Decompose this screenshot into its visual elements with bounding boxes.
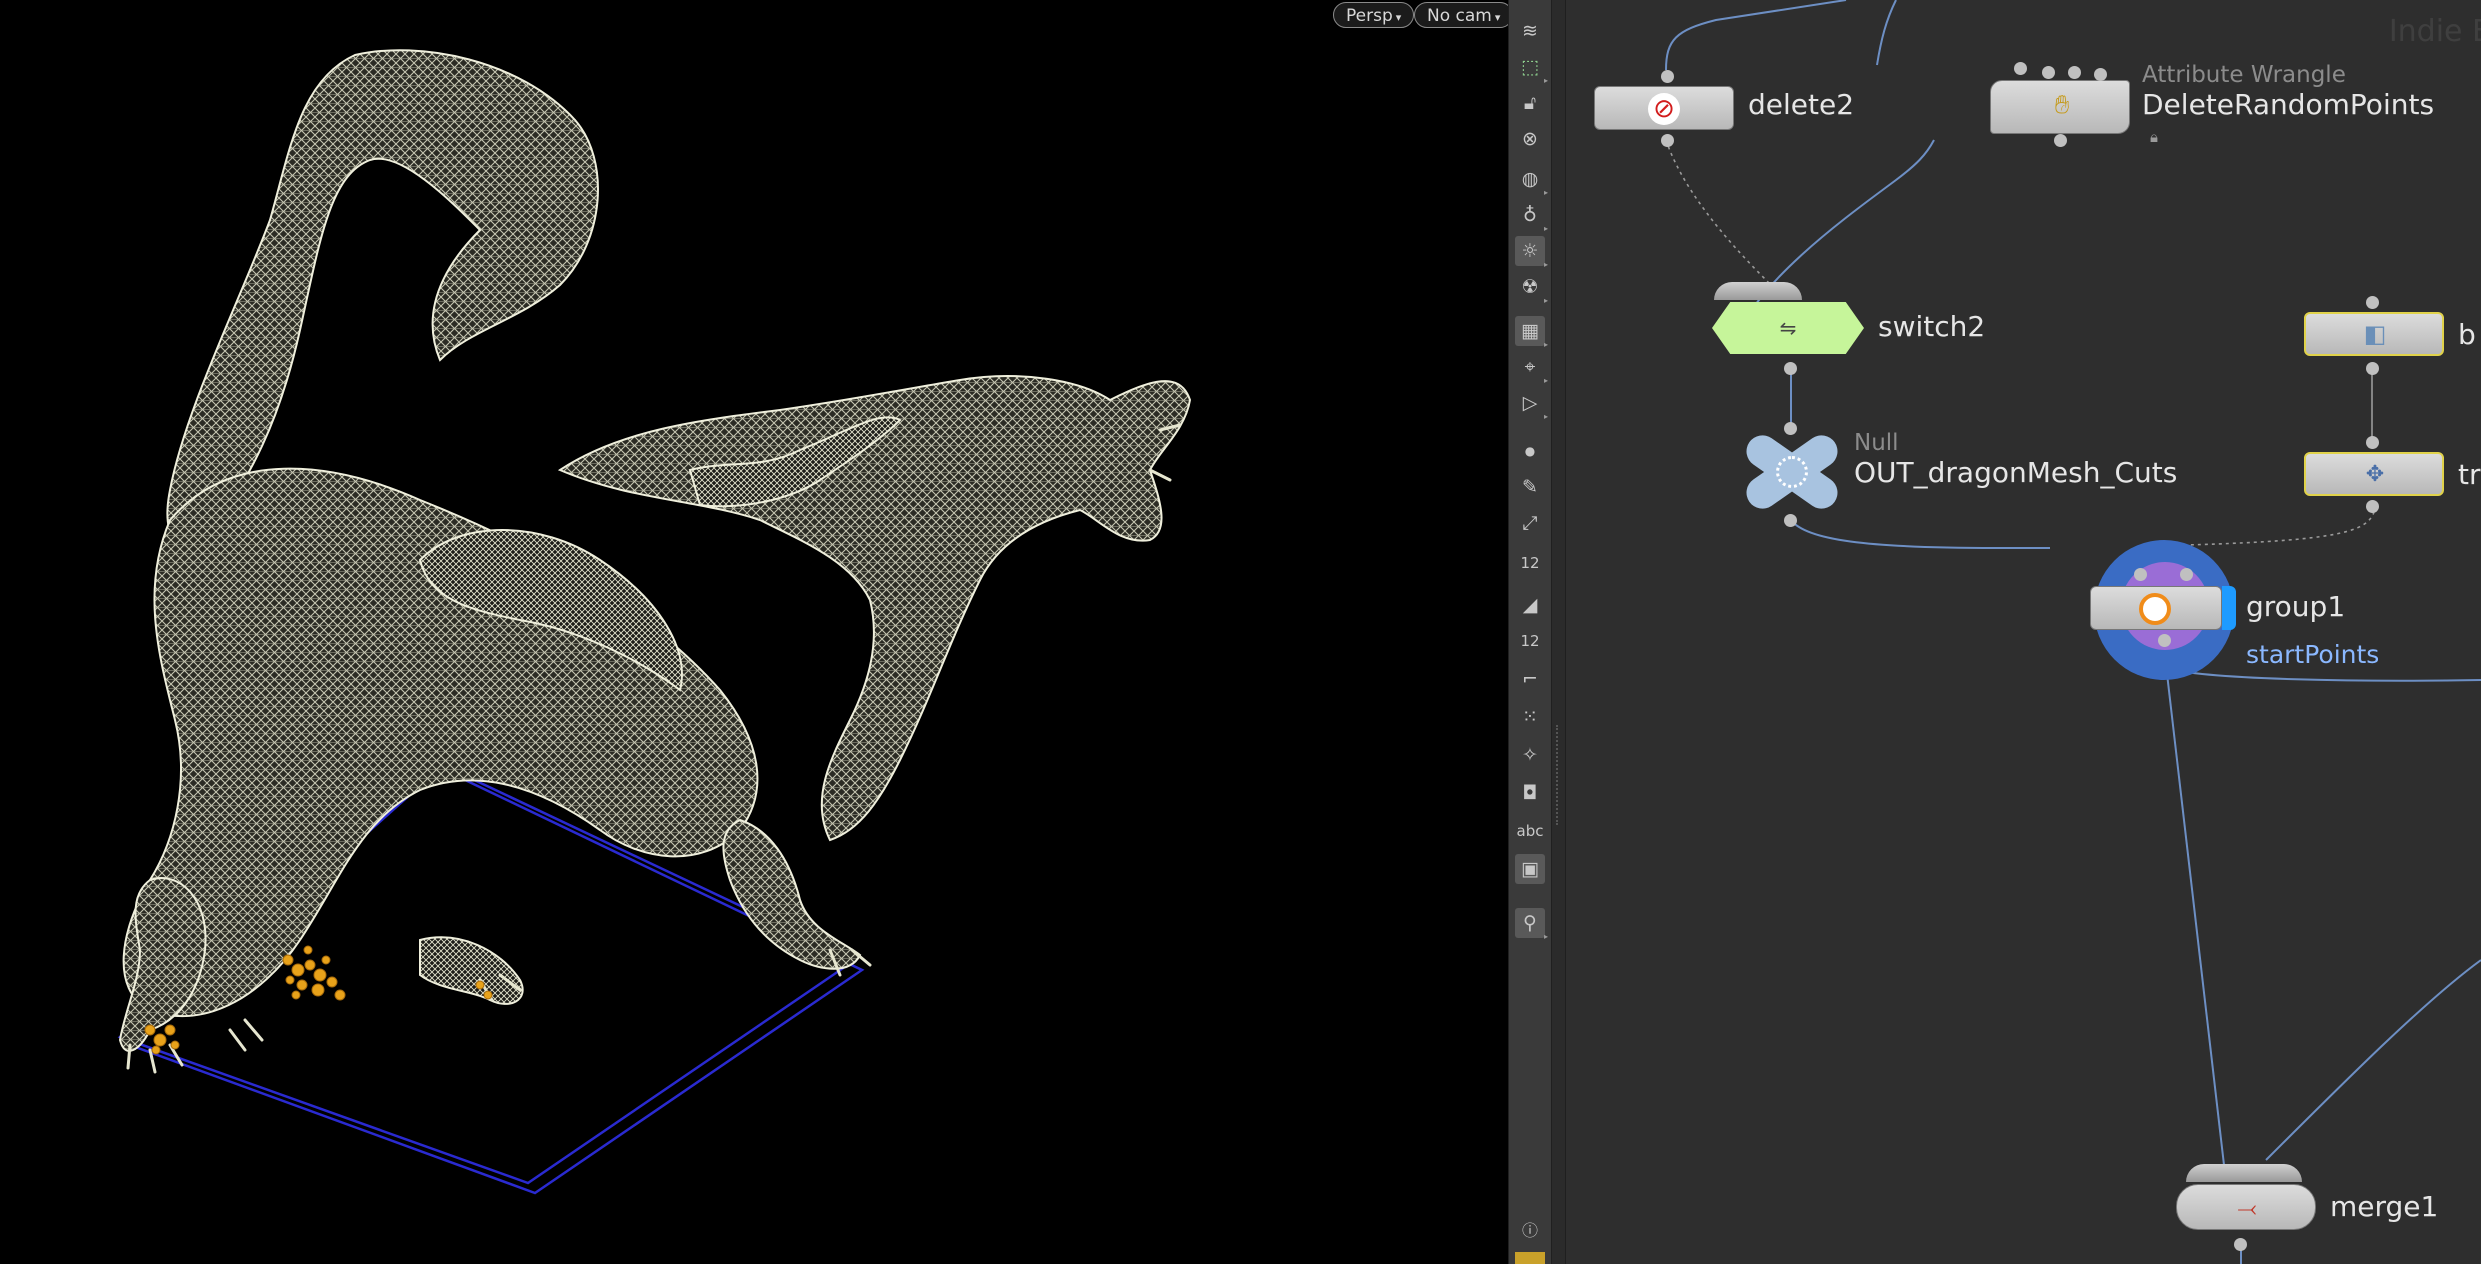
- group1-node[interactable]: [2090, 586, 2222, 630]
- brush-icon[interactable]: ✎: [1515, 472, 1545, 502]
- shading-icon[interactable]: ◍ ▸: [1515, 164, 1548, 197]
- point-numbers-icon[interactable]: 12: [1515, 548, 1545, 578]
- output-port[interactable]: [2158, 634, 2171, 647]
- prim-numbers-label: 12: [1520, 632, 1540, 650]
- input-port[interactable]: [1661, 70, 1674, 83]
- normal-icon[interactable]: ✧: [1515, 740, 1545, 770]
- group-name-flag: startPoints: [2246, 640, 2380, 669]
- background-icon[interactable]: ▦ ▸: [1515, 316, 1548, 349]
- text-label: abc: [1516, 822, 1544, 840]
- node-label: DeleteRandomPoints: [2142, 88, 2435, 121]
- point-numbers-label: 12: [1520, 554, 1540, 572]
- prim-numbers-icon[interactable]: 12: [1515, 626, 1545, 656]
- box-icon: ◧: [2363, 320, 2387, 348]
- dragon-body: [118, 49, 1192, 1052]
- info-icon[interactable]: ⓘ: [1515, 1214, 1545, 1244]
- switch-icon: ⇋: [1779, 316, 1797, 340]
- merge-icon: ⤙: [2237, 1194, 2257, 1222]
- input-port[interactable]: [2134, 568, 2147, 581]
- node-label: merge1: [2330, 1190, 2439, 1223]
- box-node[interactable]: ◧: [2304, 312, 2444, 356]
- output-port[interactable]: [2366, 500, 2379, 513]
- display-flag[interactable]: [2222, 586, 2236, 630]
- output-port[interactable]: [2054, 134, 2067, 147]
- geometry-view-icon[interactable]: ⬚ ▸: [1515, 52, 1548, 85]
- picker-icon[interactable]: ⤢: [1515, 508, 1545, 538]
- node-label: b: [2458, 318, 2476, 351]
- node-label: tr: [2458, 458, 2481, 491]
- box-icon[interactable]: ◘: [1515, 778, 1545, 808]
- node-label: OUT_dragonMesh_Cuts: [1854, 456, 2178, 489]
- switch-cap: [1714, 282, 1802, 300]
- close-circle-icon[interactable]: ⊗: [1515, 124, 1545, 154]
- camera-view-label: Persp: [1346, 6, 1393, 26]
- alien-light-icon[interactable]: ☢ ▸: [1515, 272, 1548, 305]
- node-type: Attribute Wrangle: [2142, 62, 2346, 88]
- input-port[interactable]: [2094, 68, 2107, 81]
- merge-cap: [2186, 1164, 2302, 1182]
- node-label: delete2: [1748, 88, 1855, 121]
- input-port[interactable]: [2366, 436, 2379, 449]
- input-port[interactable]: [2042, 66, 2055, 79]
- light-icon[interactable]: ♁ ▸: [1515, 200, 1548, 233]
- delete-icon: ⊘: [1648, 93, 1680, 125]
- transform-node[interactable]: ✥: [2304, 452, 2444, 496]
- node-type: Null: [1854, 430, 1899, 456]
- chevron-down-icon: ▾: [1395, 11, 1402, 24]
- splitter-grip[interactable]: [1556, 725, 1564, 825]
- input-port[interactable]: [2068, 66, 2081, 79]
- curve-icon[interactable]: ⌐: [1515, 664, 1545, 694]
- text-icon[interactable]: abc: [1515, 816, 1545, 846]
- guide-icon[interactable]: ⌖ ▸: [1515, 352, 1548, 385]
- node-label: group1: [2246, 590, 2346, 623]
- transform-icon: ✥: [2365, 461, 2385, 487]
- output-port[interactable]: [2234, 1238, 2247, 1251]
- camera-view-dropdown[interactable]: Persp ▾: [1333, 2, 1415, 28]
- display-options-icon[interactable]: ≋: [1515, 16, 1545, 46]
- output-port[interactable]: [1661, 134, 1674, 147]
- chevron-down-icon: ▾: [1494, 11, 1501, 24]
- wrangle-icon: ✋︎: [2054, 89, 2070, 120]
- headlight-icon[interactable]: ☼ ▸: [1515, 236, 1548, 269]
- scene-viewport[interactable]: Persp ▾ No cam ▾: [0, 0, 1508, 1264]
- switch2-node[interactable]: ⇋: [1712, 302, 1864, 354]
- input-port[interactable]: [2014, 62, 2027, 75]
- dragon-wireframe: [117, 49, 1192, 1195]
- pane-splitter[interactable]: [1552, 0, 1566, 1264]
- output-port[interactable]: [2366, 362, 2379, 375]
- camera-label: No cam: [1427, 6, 1492, 26]
- out-dragonmesh-cuts-node[interactable]: [1740, 429, 1844, 515]
- point-icon[interactable]: ●: [1515, 436, 1545, 466]
- input-port[interactable]: [2366, 296, 2379, 309]
- input-port[interactable]: [1784, 422, 1797, 435]
- node-label: switch2: [1878, 310, 1986, 343]
- node-wires: [1665, 0, 2481, 1264]
- deleterandompoints-node[interactable]: ✋︎: [1990, 80, 2130, 134]
- output-port[interactable]: [1784, 362, 1797, 375]
- lock-icon: 🔒︎: [2150, 128, 2158, 146]
- lock-icon[interactable]: 🔓︎: [1515, 88, 1545, 118]
- vertex-icon[interactable]: ⁙: [1515, 702, 1545, 732]
- viewport-toolbar: ≋ ⬚ ▸ 🔓︎ ⊗ ◍ ▸ ♁ ▸ ☼ ▸ ☢ ▸ ▦ ▸ ⌖ ▸ ▷ ▸ ● ✎ ⤢ 12 …: [1508, 0, 1552, 1264]
- network-editor[interactable]: Indie E ⊘ delete2 ✋︎ Attribute Wrangle D…: [1566, 0, 2481, 1264]
- pin-icon[interactable]: ⚲ ▸: [1515, 908, 1548, 941]
- camera-dropdown[interactable]: No cam ▾: [1414, 2, 1508, 28]
- prim-icon[interactable]: ◢: [1515, 590, 1545, 620]
- render-icon[interactable]: ▷ ▸: [1515, 388, 1548, 421]
- input-port[interactable]: [2180, 568, 2193, 581]
- image-icon[interactable]: ▣: [1515, 854, 1545, 884]
- null-icon: [1776, 456, 1808, 488]
- output-port[interactable]: [1784, 514, 1797, 527]
- group-icon: [2139, 593, 2171, 625]
- status-indicator: [1515, 1252, 1545, 1264]
- delete2-node[interactable]: ⊘: [1594, 86, 1734, 130]
- merge1-node[interactable]: ⤙: [2176, 1184, 2316, 1230]
